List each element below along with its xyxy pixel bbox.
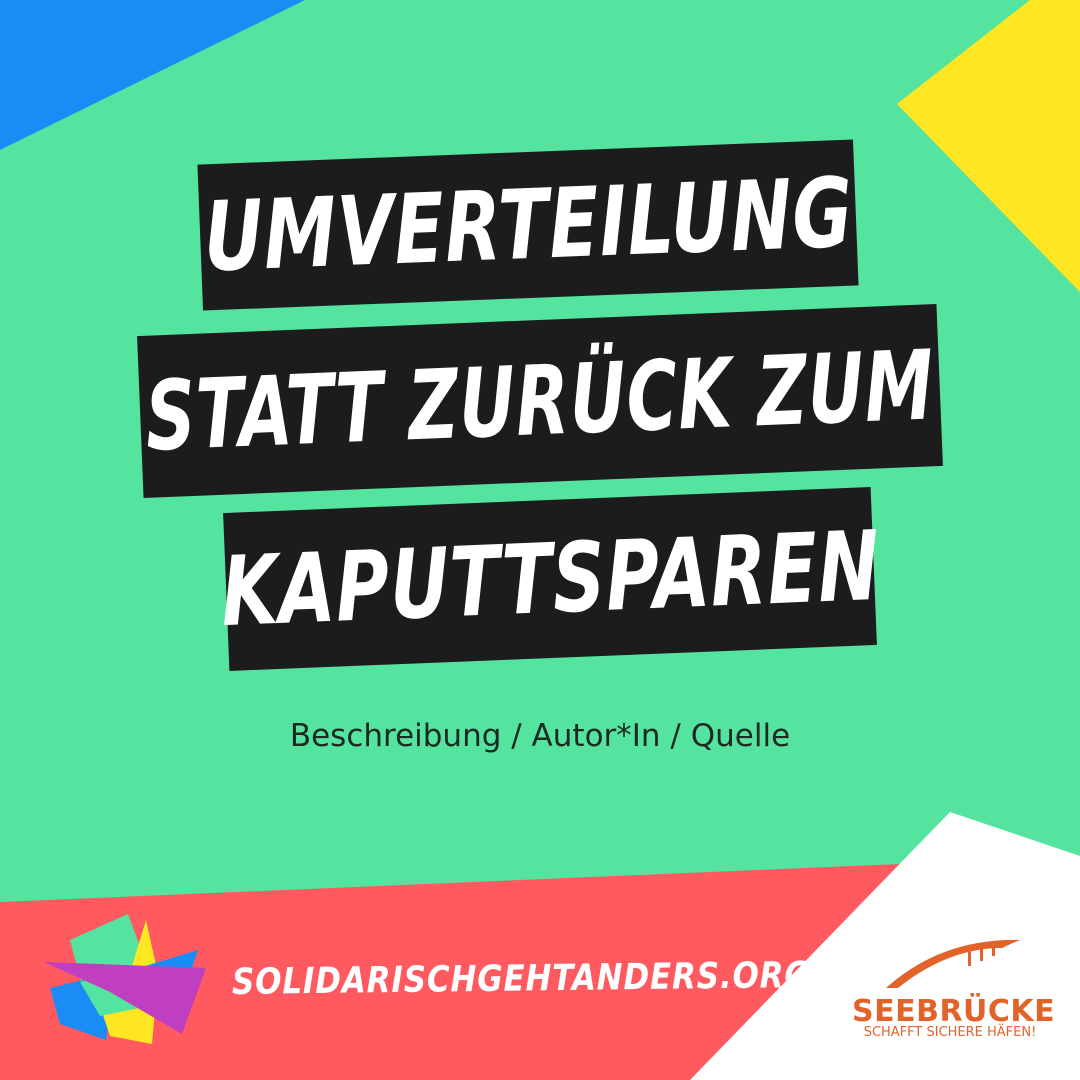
headline-line-2-box: STATT ZURÜCK ZUM <box>137 304 943 498</box>
corner-yellow-shape <box>897 0 1080 292</box>
bridge-icon <box>886 939 1020 988</box>
headline-line-1: UMVERTEILUNG <box>201 156 855 294</box>
seebruecke-logo: SEEBRÜCKE SCHAFFT SICHERE HÄFEN! <box>852 932 1056 1044</box>
seebruecke-tagline: SCHAFFT SICHERE HÄFEN! <box>863 1025 1037 1040</box>
headline-line-1-box: UMVERTEILUNG <box>197 139 859 311</box>
poster-canvas: UMVERTEILUNG STATT ZURÜCK ZUM KAPUTTSPAR… <box>0 0 1080 1080</box>
subtitle-credit: Beschreibung / Autor*In / Quelle <box>289 718 791 754</box>
headline-line-3: KAPUTTSPAREN <box>218 509 882 649</box>
website-url: SOLIDARISCHGEHTANDERS.ORG <box>231 954 811 1003</box>
headline-line-2: STATT ZURÜCK ZUM <box>143 329 937 473</box>
seebruecke-wordmark: SEEBRÜCKE <box>852 994 1056 1029</box>
solidarisch-logo-icon <box>44 914 206 1044</box>
corner-blue-shape <box>0 0 305 150</box>
headline-line-3-box: KAPUTTSPAREN <box>219 487 881 671</box>
